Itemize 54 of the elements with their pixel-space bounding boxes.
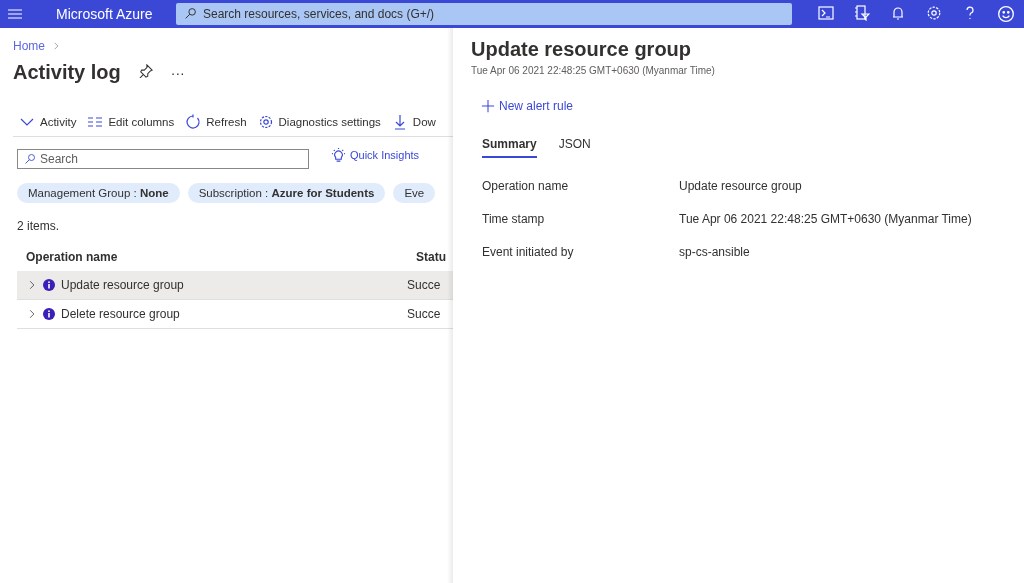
field-label: Operation name <box>482 179 570 193</box>
pin-icon <box>138 64 153 78</box>
column-header[interactable]: Statu <box>416 250 453 264</box>
global-search-field[interactable]: Search resources, services, and docs (G+/) <box>176 3 792 25</box>
toolbar-button[interactable]: Activity <box>19 114 77 130</box>
toolbar-button[interactable]: Dow <box>391 114 436 130</box>
search-icon <box>24 153 36 165</box>
table-row[interactable]: Delete resource group Succe <box>17 300 453 329</box>
panel-title: Update resource group <box>471 38 693 61</box>
status-cell-text: Succe <box>407 278 442 292</box>
bell-icon <box>890 5 906 21</box>
status-cell-text: Succe <box>407 307 442 321</box>
field-value: Tue Apr 06 2021 22:48:25 GMT+0630 (Myanmar Time) <box>679 212 973 226</box>
filter-book-icon <box>854 5 870 21</box>
brand-name[interactable]: Microsoft Azure <box>56 6 176 22</box>
field-label: Time stamp <box>482 212 546 226</box>
operation-name: Delete resource group <box>61 307 180 321</box>
terminal-icon <box>818 5 834 21</box>
table-row[interactable]: Update resource group Succe <box>17 271 453 300</box>
info-icon <box>43 279 55 291</box>
menu-icon <box>7 6 23 22</box>
page-title: Activity log <box>13 61 121 84</box>
column-header[interactable]: Operation name <box>26 250 416 264</box>
tab[interactable]: Summary <box>482 135 537 158</box>
filter-chip[interactable]: Subscription : Azure for Students <box>187 183 386 203</box>
field-value: Update resource group <box>679 179 803 193</box>
toolbar-button[interactable]: Diagnostics settings <box>257 114 381 130</box>
operation-name: Update resource group <box>61 278 184 292</box>
plus-icon <box>481 99 495 113</box>
columns-icon <box>87 114 104 130</box>
new-alert-rule-button[interactable]: New alert rule <box>481 99 574 113</box>
lightbulb-icon <box>331 147 346 163</box>
quick-insights-link[interactable]: Quick Insights <box>331 147 420 163</box>
panel-subtitle: Tue Apr 06 2021 22:48:25 GMT+0630 (Myanmar Time) <box>471 65 716 76</box>
item-count: 2 items. <box>17 219 60 233</box>
chevron-right-icon <box>51 41 61 51</box>
filter-chip[interactable]: Eve <box>393 183 436 203</box>
expand-chevron-icon <box>27 308 37 320</box>
settings-icon <box>926 5 942 21</box>
gear-icon <box>257 114 274 130</box>
smiley-icon <box>997 5 1015 23</box>
more-button[interactable]: ··· <box>170 64 185 81</box>
expand-chevron-icon <box>27 279 37 291</box>
tab[interactable]: JSON <box>558 135 591 158</box>
breadcrumb-link[interactable]: Home <box>13 39 45 53</box>
refresh-icon <box>185 114 202 130</box>
field-value: sp-cs-ansible <box>679 245 751 259</box>
search-icon <box>184 7 197 20</box>
toolbar-button[interactable]: Refresh <box>185 114 247 130</box>
search-field[interactable]: Search <box>17 149 309 169</box>
field-label: Event initiated by <box>482 245 575 259</box>
toolbar-button[interactable]: Edit columns <box>87 114 175 130</box>
info-icon <box>43 308 55 320</box>
filter-chip[interactable]: Management Group : None <box>17 183 180 203</box>
